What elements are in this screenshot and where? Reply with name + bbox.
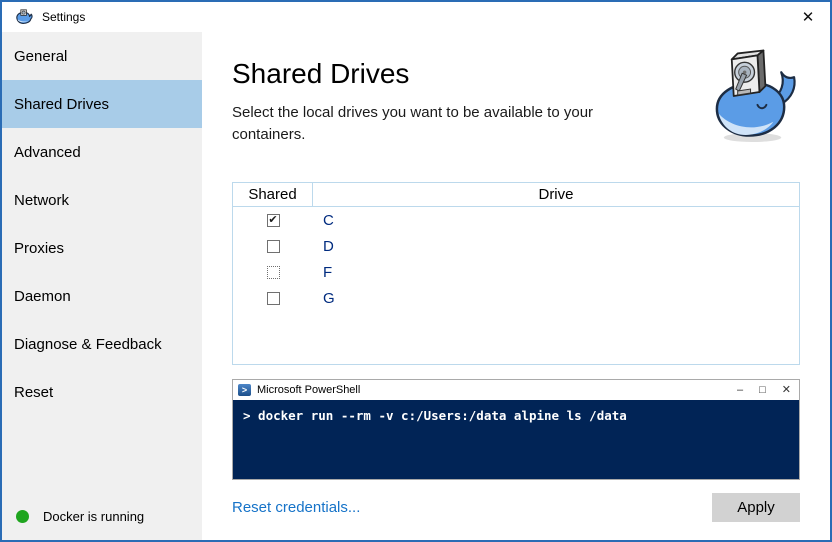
share-checkbox-d[interactable]: [267, 240, 280, 253]
sidebar-item-network[interactable]: Network: [2, 176, 202, 224]
docker-whale-icon: [14, 9, 34, 25]
shared-cell: ✔: [233, 214, 313, 227]
minimize-icon[interactable]: –: [737, 385, 743, 396]
page-description: Select the local drives you want to be a…: [232, 102, 604, 146]
window-close-button[interactable]: ✕: [786, 2, 830, 32]
sidebar-item-shared-drives[interactable]: Shared Drives: [2, 80, 202, 128]
powershell-title: Microsoft PowerShell: [257, 384, 360, 396]
shared-cell: [233, 240, 313, 253]
table-row: G: [233, 285, 799, 311]
drive-letter: F: [313, 264, 799, 281]
sidebar-item-daemon[interactable]: Daemon: [2, 272, 202, 320]
sidebar-item-general[interactable]: General: [2, 32, 202, 80]
powershell-controls: – □ ✕: [721, 385, 791, 396]
table-row: F: [233, 259, 799, 285]
column-header-shared: Shared: [233, 186, 312, 203]
apply-button[interactable]: Apply: [712, 493, 800, 522]
sidebar-item-diagnose-feedback[interactable]: Diagnose & Feedback: [2, 320, 202, 368]
sidebar-item-advanced[interactable]: Advanced: [2, 128, 202, 176]
shared-cell: [233, 266, 313, 279]
powershell-titlebar: > Microsoft PowerShell – □ ✕: [233, 380, 799, 400]
close-icon[interactable]: ✕: [782, 385, 791, 396]
whale-harddrive-illustration: [708, 45, 802, 145]
title-bar: Settings ✕: [2, 2, 830, 32]
share-checkbox-f[interactable]: [267, 266, 280, 279]
console-command: > docker run --rm -v c:/Users:/data alpi…: [243, 408, 627, 423]
window-title: Settings: [42, 10, 85, 24]
page-title: Shared Drives: [232, 58, 409, 90]
docker-status: Docker is running: [16, 509, 144, 524]
hard-drive-icon: [732, 50, 766, 96]
sidebar-item-reset[interactable]: Reset: [2, 368, 202, 416]
status-dot-icon: [16, 510, 29, 523]
powershell-icon: >: [238, 384, 251, 396]
powershell-window: > Microsoft PowerShell – □ ✕ > docker ru…: [232, 379, 800, 480]
drive-letter: G: [313, 290, 799, 307]
shared-drives-table: Shared Drive ✔CDFG: [232, 182, 800, 365]
reset-credentials-link[interactable]: Reset credentials...: [232, 499, 360, 516]
table-row: D: [233, 233, 799, 259]
table-header: Shared Drive: [233, 183, 799, 207]
sidebar-item-proxies[interactable]: Proxies: [2, 224, 202, 272]
table-row: ✔C: [233, 207, 799, 233]
drive-letter: C: [313, 212, 799, 229]
column-header-drive: Drive: [313, 186, 799, 203]
share-checkbox-g[interactable]: [267, 292, 280, 305]
table-body: ✔CDFG: [233, 207, 799, 311]
main-content: Shared Drives Select the local drives yo…: [202, 32, 830, 540]
maximize-icon[interactable]: □: [759, 385, 766, 396]
settings-window: Settings ✕ GeneralShared DrivesAdvancedN…: [0, 0, 832, 542]
shared-cell: [233, 292, 313, 305]
powershell-console[interactable]: > docker run --rm -v c:/Users:/data alpi…: [233, 400, 799, 479]
share-checkbox-c[interactable]: ✔: [267, 214, 280, 227]
status-text: Docker is running: [43, 509, 144, 524]
drive-letter: D: [313, 238, 799, 255]
sidebar-nav: GeneralShared DrivesAdvancedNetworkProxi…: [2, 32, 202, 416]
sidebar: GeneralShared DrivesAdvancedNetworkProxi…: [2, 32, 202, 540]
